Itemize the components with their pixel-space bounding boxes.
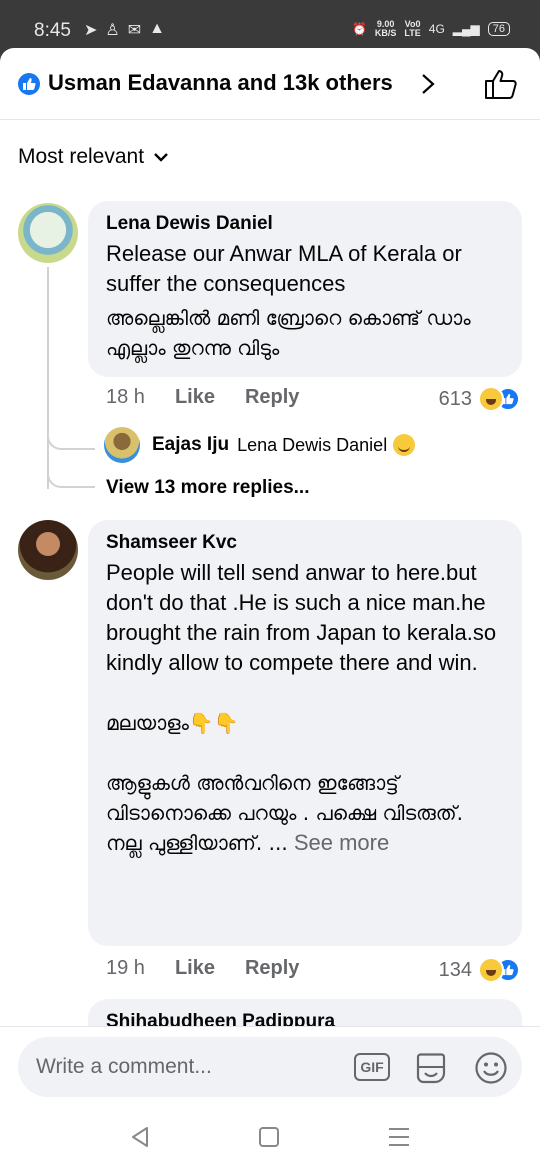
reply-text: Lena Dewis Daniel: [237, 434, 388, 455]
gif-button[interactable]: GIF: [354, 1053, 390, 1081]
comment-input[interactable]: [36, 1051, 336, 1083]
drive-icon: ▲: [149, 20, 165, 37]
comment-author[interactable]: Shamseer Kvc: [106, 532, 504, 554]
telegram-icon: ➤: [84, 22, 98, 39]
haha-reaction-icon: [478, 957, 504, 983]
reply-preview[interactable]: Eajas Iju Lena Dewis Daniel: [152, 434, 416, 456]
network-type: 4G: [428, 22, 445, 36]
thread-connector: [47, 466, 95, 488]
view-more-replies[interactable]: View 13 more replies...: [106, 477, 309, 499]
reaction-count: 134: [438, 958, 472, 981]
comment-time: 19 h: [106, 957, 145, 979]
like-link[interactable]: Like: [175, 957, 215, 980]
comment-actions: 18 h Like Reply: [106, 386, 329, 409]
gmail-icon: ✉: [127, 22, 142, 39]
network-speed: 9.00 KB/S: [375, 20, 397, 38]
volte-bottom: LTE: [404, 28, 421, 38]
person-icon: ♙: [105, 22, 120, 39]
battery-indicator: 76: [487, 22, 510, 36]
comments-sheet: Usman Edavanna and 13k others Most relev…: [0, 48, 540, 1170]
system-nav-bar: [0, 1106, 540, 1170]
see-more-link[interactable]: See more: [294, 830, 389, 855]
signal-icon: ▂▄▆: [452, 22, 480, 36]
status-system-icons: ⏰ 9.00 KB/S Vo0 LTE 4G ▂▄▆ 76: [352, 20, 510, 38]
comment-bubble[interactable]: Shamseer Kvc People will tell send anwar…: [88, 520, 522, 946]
haha-reaction-icon: [478, 386, 504, 412]
comment-composer: GIF: [0, 1026, 540, 1106]
thread-connector: [47, 428, 95, 450]
comment-time: 18 h: [106, 386, 145, 408]
back-icon[interactable]: [130, 1126, 150, 1148]
like-link[interactable]: Like: [175, 386, 215, 409]
reaction-count: 613: [438, 387, 472, 410]
avatar[interactable]: [18, 520, 78, 580]
home-icon[interactable]: [259, 1127, 279, 1147]
chevron-down-icon: [154, 153, 168, 162]
comment-text: Release our Anwar MLA of Kerala or suffe…: [106, 241, 462, 296]
comment-actions: 19 h Like Reply: [106, 957, 329, 980]
comment-bubble[interactable]: Lena Dewis Daniel Release our Anwar MLA …: [88, 201, 522, 377]
like-button-icon[interactable]: [484, 68, 518, 100]
comment-author[interactable]: Lena Dewis Daniel: [106, 213, 504, 235]
menu-icon[interactable]: [389, 1128, 409, 1152]
emoji-icon[interactable]: [474, 1051, 508, 1085]
thread-line: [47, 267, 49, 489]
reply-link[interactable]: Reply: [245, 957, 299, 980]
comment-text-malayalam: ആളുകൾ അൻവറിനെ ഇങ്ങോട്ട് വിടാനൊക്കെ പറയും…: [106, 771, 464, 855]
comment-text-heading: മലയാളം👇👇: [106, 711, 239, 735]
like-reaction-icon: [18, 73, 40, 95]
avatar[interactable]: [104, 427, 140, 463]
sort-dropdown[interactable]: Most relevant: [18, 145, 168, 169]
status-time: 8:45: [34, 20, 71, 41]
comment-box[interactable]: GIF: [18, 1037, 522, 1097]
volte-indicator: Vo0 LTE: [404, 20, 420, 38]
reactions-summary[interactable]: Usman Edavanna and 13k others: [48, 70, 393, 96]
reaction-summary[interactable]: 134: [439, 957, 520, 983]
status-notification-icons: ➤ ♙ ✉ ▲: [84, 20, 165, 40]
reactions-header[interactable]: Usman Edavanna and 13k others: [0, 48, 540, 120]
reply-author[interactable]: Eajas Iju: [152, 434, 229, 456]
alarm-icon: ⏰: [351, 22, 367, 36]
comment-text-malayalam: അല്ലെങ്കിൽ മണി ബ്രോറെ കൊണ്ട് ഡാം എല്ലാം …: [106, 306, 471, 360]
speed-unit: KB/S: [374, 28, 397, 38]
sticker-icon[interactable]: [414, 1051, 448, 1085]
comment-text: People will tell send anwar to here.but …: [106, 560, 497, 675]
sort-label: Most relevant: [18, 145, 145, 168]
avatar[interactable]: [18, 203, 78, 263]
chevron-right-icon[interactable]: [418, 72, 438, 96]
reply-link[interactable]: Reply: [245, 386, 299, 409]
smile-emoji-icon: [393, 434, 416, 456]
reaction-summary[interactable]: 613: [439, 386, 520, 412]
